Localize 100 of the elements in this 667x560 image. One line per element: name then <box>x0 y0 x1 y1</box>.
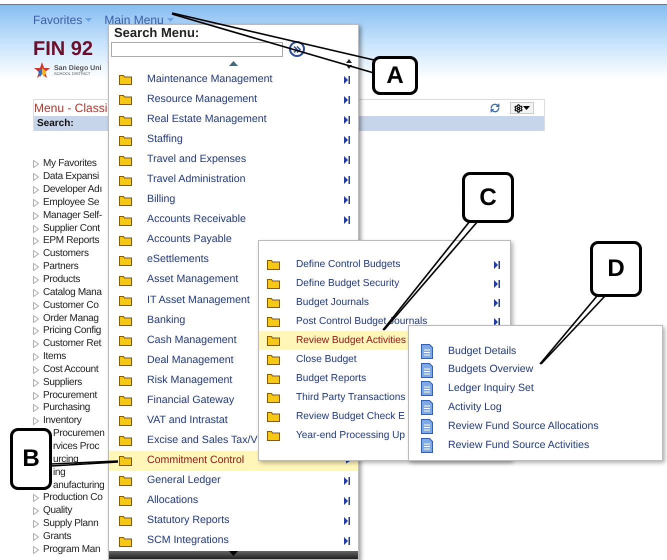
folder-icon <box>267 335 280 346</box>
menu-item[interactable]: Real Estate Management <box>109 110 358 130</box>
caret-icon <box>523 106 530 110</box>
menu-link[interactable]: Inventory <box>43 416 82 426</box>
menu-link[interactable]: EPM Reports <box>43 236 100 246</box>
menu-item[interactable]: Travel and Expenses <box>109 150 358 170</box>
page-link[interactable]: Review Fund Source Allocations <box>448 418 599 434</box>
menu-link[interactable]: Products <box>43 275 80 286</box>
menu-link[interactable]: Data Expansi <box>43 172 99 182</box>
menu-link[interactable]: Cost Account <box>43 364 98 375</box>
page-link[interactable]: Activity Log <box>448 400 502 416</box>
menu-item[interactable]: Budget Journals <box>259 293 510 312</box>
menu-link[interactable]: Suppliers <box>43 378 82 388</box>
menu-link[interactable]: Program Man <box>43 544 100 555</box>
folder-icon <box>119 455 132 466</box>
folder-icon <box>119 254 132 266</box>
folder-icon <box>119 274 132 286</box>
menu-item[interactable]: Billing <box>109 190 358 210</box>
refresh-icon[interactable] <box>490 103 500 113</box>
menu-link[interactable]: Manager Self- <box>43 210 102 221</box>
settings-icon <box>514 104 523 112</box>
menu-link[interactable]: Catalog Mana <box>43 288 102 298</box>
arrow-icon <box>494 280 500 288</box>
folder-icon <box>267 392 280 403</box>
menu-link[interactable]: Production Co <box>43 493 102 504</box>
folder-icon <box>119 355 132 366</box>
menu-link[interactable]: Partners <box>43 262 78 272</box>
menu-link[interactable]: My Favorites <box>43 159 97 170</box>
menu-item[interactable]: Maintenance Management <box>109 70 358 90</box>
menu-link[interactable]: Supplier Cont <box>43 224 100 234</box>
menu-item[interactable]: Travel Administration <box>109 170 358 190</box>
document-icon <box>421 381 433 396</box>
double-chevron-icon <box>293 46 301 52</box>
folder-icon <box>119 134 132 146</box>
menu-link[interactable]: Procuremen <box>53 429 104 440</box>
nav-menu[interactable]: Favorites <box>33 11 92 29</box>
menu-item[interactable]: Allocations <box>109 490 358 511</box>
folder-icon <box>119 74 132 86</box>
menu-link[interactable]: Customer Co <box>43 300 99 311</box>
folder-icon <box>267 430 280 441</box>
search-field[interactable] <box>111 42 283 56</box>
arrow-icon <box>344 96 350 104</box>
folder-icon <box>119 294 132 306</box>
menu-link[interactable]: Supply Plann <box>43 519 98 530</box>
folder-icon <box>119 114 132 126</box>
menu-link[interactable]: Items <box>43 352 66 362</box>
menu-link[interactable]: ing <box>53 468 66 478</box>
arrow-icon <box>344 136 350 144</box>
folder-icon <box>119 475 132 486</box>
sort-icon[interactable] <box>346 59 352 69</box>
menu-item[interactable]: Staffing <box>109 130 358 150</box>
menu-link[interactable]: Customers <box>43 249 89 260</box>
folder-icon <box>119 395 132 406</box>
menu-item[interactable]: Accounts Receivable <box>109 210 358 230</box>
arrow-icon <box>344 116 350 124</box>
pane-title: Menu - Classi <box>34 100 108 117</box>
page-link[interactable]: Budgets Overview <box>448 362 534 378</box>
menu-link[interactable]: Procurement <box>43 390 97 401</box>
menu-link[interactable]: Grants <box>43 532 72 542</box>
arrow-icon <box>494 318 500 326</box>
menu-item[interactable]: SCM Integrations <box>109 530 358 552</box>
folder-icon <box>119 234 132 246</box>
folder-icon <box>119 174 132 186</box>
folder-icon <box>119 375 132 386</box>
arrow-icon <box>344 476 350 485</box>
leader-line <box>539 295 606 365</box>
arrow-icon <box>344 537 350 545</box>
menu-link[interactable]: urcing <box>53 454 78 465</box>
folder-icon <box>119 415 132 426</box>
arrow-icon <box>344 516 350 525</box>
page-link[interactable]: Ledger Inquiry Set <box>448 381 534 397</box>
menu-item[interactable]: Define Control Budgets <box>259 255 510 274</box>
settings-button[interactable] <box>510 102 534 114</box>
folder-icon <box>119 314 132 326</box>
menu-link[interactable]: anufacturing <box>53 480 104 491</box>
folder-icon <box>267 354 280 365</box>
menu-link[interactable]: Purchasing <box>43 403 90 414</box>
menu-link[interactable]: Customer Ret <box>43 339 102 350</box>
arrow-icon <box>344 216 350 224</box>
callout-label: B <box>10 428 52 490</box>
folder-icon <box>119 435 132 446</box>
scroll-bar[interactable] <box>109 551 358 559</box>
star-logo-icon <box>33 62 51 78</box>
menu-link[interactable]: Employee Se <box>43 198 100 208</box>
menu-item[interactable]: Accounts Payable <box>109 230 358 250</box>
menu-link[interactable]: Quality <box>43 506 72 516</box>
folder-icon <box>119 335 132 346</box>
folder-icon <box>267 259 280 270</box>
menu-item[interactable]: General Ledger <box>109 470 358 491</box>
menu-link[interactable]: rvices Proc <box>53 442 100 452</box>
page-link[interactable]: Review Fund Source Activities <box>448 438 590 454</box>
menu-link[interactable]: Pricing Config <box>43 326 102 336</box>
menu-link[interactable]: Order Manag <box>43 314 99 324</box>
scroll-up-icon[interactable] <box>229 60 238 66</box>
search-menu-label: Search Menu: <box>113 25 200 41</box>
menu-item[interactable]: Define Budget Security <box>259 274 510 293</box>
menu-item[interactable]: Statutory Reports <box>109 510 358 531</box>
callout-label: A <box>372 56 418 95</box>
menu-item[interactable]: Resource Management <box>109 90 358 110</box>
menu-link[interactable]: Developer Adı <box>43 185 102 196</box>
